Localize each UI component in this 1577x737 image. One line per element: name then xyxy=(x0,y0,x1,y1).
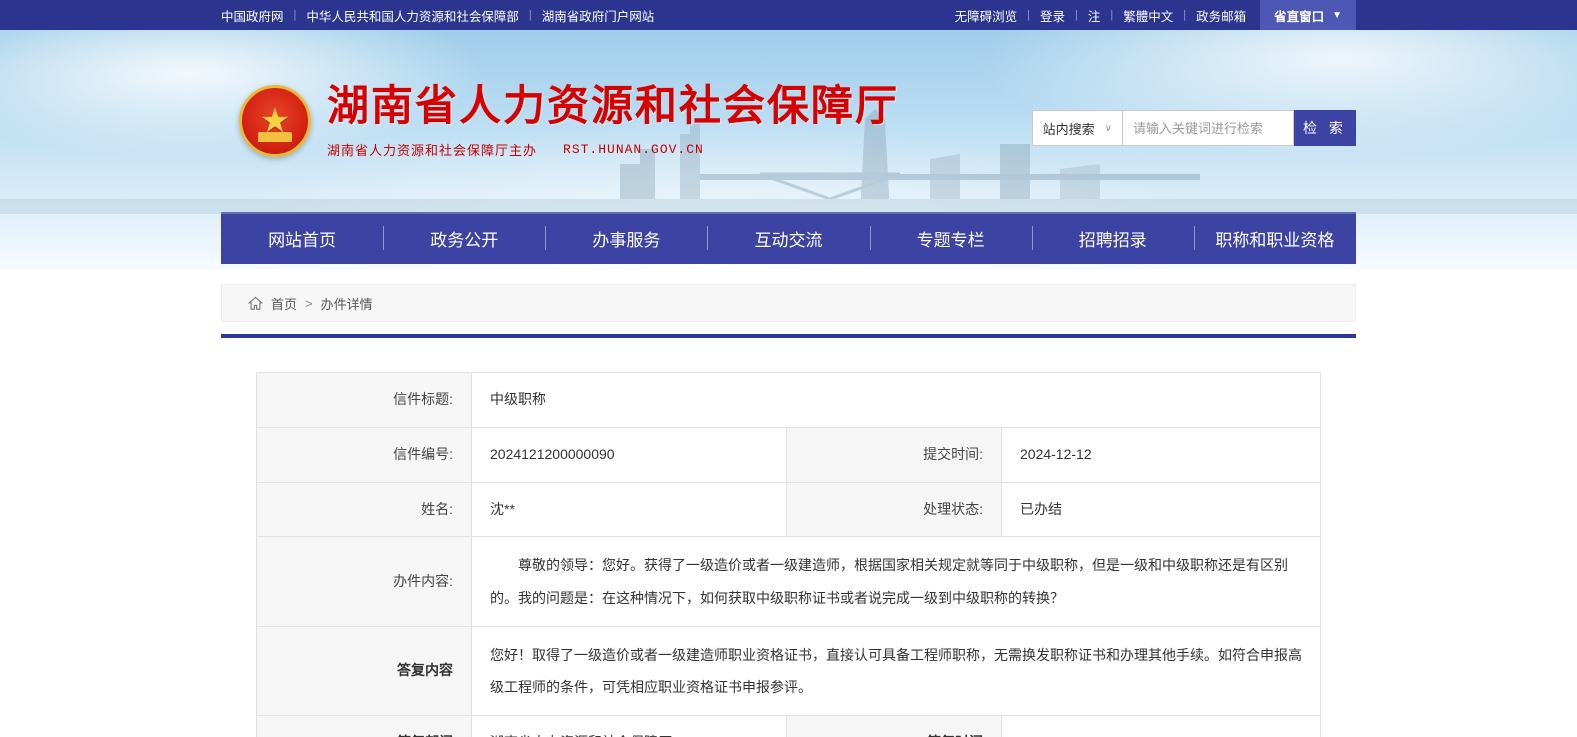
chevron-down-icon: ∨ xyxy=(1105,123,1112,134)
letter-number-value: 2024121200000090 xyxy=(472,427,787,482)
reply-dept-value: 湖南省人力资源和社会保障厅 xyxy=(472,716,787,737)
site-title: 湖南省人力资源和社会保障厅 xyxy=(327,83,899,129)
link-gov-mail[interactable]: 政务邮箱 xyxy=(1196,6,1246,25)
reply-time-label: 答复时间 xyxy=(787,716,1002,737)
table-row-reply-dept: 答复部门 湖南省人力资源和社会保障厅 答复时间 2024-12-18 xyxy=(257,716,1321,737)
link-login[interactable]: 登录 xyxy=(1040,6,1065,25)
gate-icon xyxy=(258,132,292,142)
divider: | xyxy=(294,9,297,21)
province-window-dropdown[interactable]: 省直窗口 ▼ xyxy=(1260,0,1356,30)
letter-detail-table: 信件标题: 中级职称 信件编号: 2024121200000090 提交时间: … xyxy=(256,372,1321,737)
nav-item-gov-affairs[interactable]: 政务公开 xyxy=(383,212,545,264)
divider: | xyxy=(1183,9,1186,21)
name-value: 沈** xyxy=(472,482,787,537)
header-banner: ★ 湖南省人力资源和社会保障厅 湖南省人力资源和社会保障厅主办 RST.HUNA… xyxy=(0,30,1577,270)
table-row-number: 信件编号: 2024121200000090 提交时间: 2024-12-12 xyxy=(257,427,1321,482)
divider: | xyxy=(1027,9,1030,21)
table-row-reply: 答复内容 您好！取得了一级造价或者一级建造师职业资格证书，直接认可具备工程师职称… xyxy=(257,626,1321,715)
reply-label: 答复内容 xyxy=(257,626,472,715)
status-value: 已办结 xyxy=(1002,482,1321,537)
reply-value: 您好！取得了一级造价或者一级建造师职业资格证书，直接认可具备工程师职称，无需换发… xyxy=(472,626,1321,715)
reply-dept-label: 答复部门 xyxy=(257,716,472,737)
site-subtitle: 湖南省人力资源和社会保障厅主办 xyxy=(327,140,537,159)
reply-time-value: 2024-12-18 xyxy=(1002,716,1321,737)
nav-item-interaction[interactable]: 互动交流 xyxy=(707,212,869,264)
breadcrumb-current: 办件详情 xyxy=(321,294,373,313)
name-label: 姓名: xyxy=(257,482,472,537)
main-nav: 网站首页 政务公开 办事服务 互动交流 专题专栏 招聘招录 职称和职业资格 xyxy=(221,212,1356,264)
search-input[interactable] xyxy=(1122,110,1294,146)
status-label: 处理状态: xyxy=(787,482,1002,537)
breadcrumb: 首页 > 办件详情 xyxy=(221,284,1356,322)
search-scope-label: 站内搜索 xyxy=(1043,119,1095,138)
link-accessibility[interactable]: 无障碍浏览 xyxy=(955,6,1018,25)
link-mohrss[interactable]: 中华人民共和国人力资源和社会保障部 xyxy=(306,6,519,25)
nav-item-services[interactable]: 办事服务 xyxy=(545,212,707,264)
search-button[interactable]: 检 索 xyxy=(1294,110,1356,146)
breadcrumb-home-link[interactable]: 首页 xyxy=(271,294,297,313)
link-register[interactable]: 注 xyxy=(1088,6,1101,25)
link-traditional-chinese[interactable]: 繁體中文 xyxy=(1123,6,1173,25)
province-window-label: 省直窗口 xyxy=(1274,6,1324,25)
letter-number-label: 信件编号: xyxy=(257,427,472,482)
divider: | xyxy=(1075,9,1078,21)
submit-time-value: 2024-12-12 xyxy=(1002,427,1321,482)
nav-item-home[interactable]: 网站首页 xyxy=(221,212,383,264)
search-scope-select[interactable]: 站内搜索 ∨ xyxy=(1032,110,1122,146)
topbar-right-links: 无障碍浏览 | 登录 | 注 | 繁體中文 | 政务邮箱 省直窗口 ▼ xyxy=(955,0,1356,30)
site-title-block: 湖南省人力资源和社会保障厅 湖南省人力资源和社会保障厅主办 RST.HUNAN.… xyxy=(327,83,899,158)
divider: | xyxy=(1110,9,1113,21)
chevron-down-icon: ▼ xyxy=(1332,10,1342,21)
content-label: 办件内容: xyxy=(257,537,472,626)
topbar: 中国政府网 | 中华人民共和国人力资源和社会保障部 | 湖南省政府门户网站 无障… xyxy=(0,0,1577,30)
table-row-title: 信件标题: 中级职称 xyxy=(257,373,1321,428)
breadcrumb-separator: > xyxy=(305,296,313,311)
letter-title-label: 信件标题: xyxy=(257,373,472,428)
site-url: RST.HUNAN.GOV.CN xyxy=(563,142,704,157)
topbar-left-links: 中国政府网 | 中华人民共和国人力资源和社会保障部 | 湖南省政府门户网站 xyxy=(221,0,654,30)
home-icon[interactable] xyxy=(248,296,263,311)
link-gov-cn[interactable]: 中国政府网 xyxy=(221,6,284,25)
content-value: 尊敬的领导：您好。获得了一级造价或者一级建造师，根据国家相关规定就等同于中级职称… xyxy=(472,537,1321,626)
table-row-name: 姓名: 沈** 处理状态: 已办结 xyxy=(257,482,1321,537)
nav-item-professional-titles[interactable]: 职称和职业资格 xyxy=(1194,212,1356,264)
link-hunan-gov[interactable]: 湖南省政府门户网站 xyxy=(542,6,655,25)
letter-detail-card: 信件标题: 中级职称 信件编号: 2024121200000090 提交时间: … xyxy=(221,338,1356,737)
submit-time-label: 提交时间: xyxy=(787,427,1002,482)
letter-title-value: 中级职称 xyxy=(472,373,1321,428)
national-emblem-logo: ★ xyxy=(239,85,311,157)
divider: | xyxy=(529,9,532,21)
nav-item-special-topics[interactable]: 专题专栏 xyxy=(870,212,1032,264)
site-search: 站内搜索 ∨ 检 索 xyxy=(1032,110,1356,146)
table-row-content: 办件内容: 尊敬的领导：您好。获得了一级造价或者一级建造师，根据国家相关规定就等… xyxy=(257,537,1321,626)
nav-item-recruitment[interactable]: 招聘招录 xyxy=(1032,212,1194,264)
